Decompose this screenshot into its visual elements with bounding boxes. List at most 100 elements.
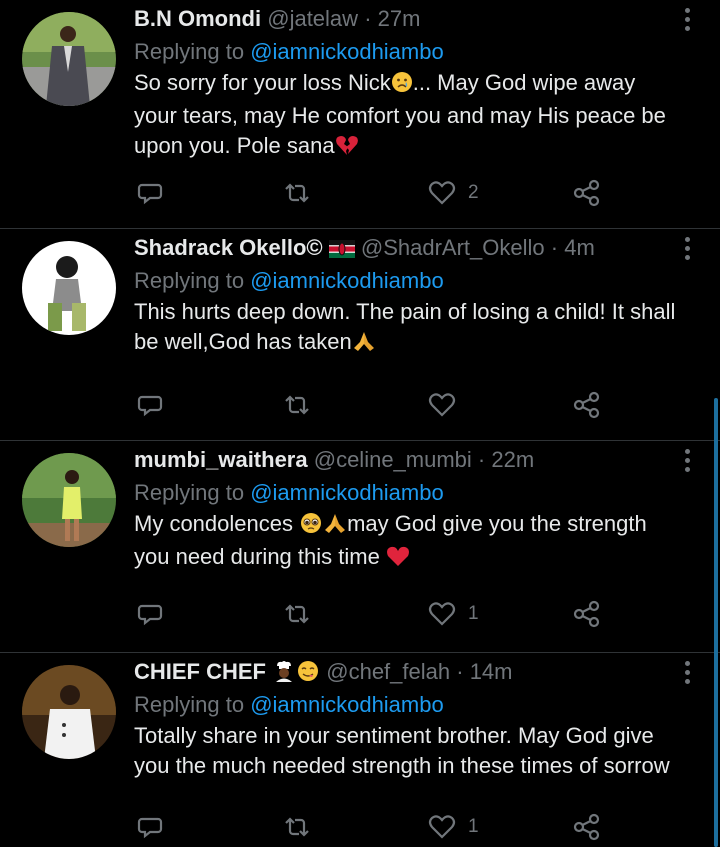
replying-to: Replying to @iamnickodhiambo (134, 689, 680, 721)
praying-hands-emoji (323, 512, 347, 542)
tweet-header: mumbi_waithera @celine_mumbi · 22m (134, 443, 680, 477)
like-button[interactable]: 1 (428, 812, 479, 842)
heart-icon (428, 393, 456, 417)
replying-to: Replying to @iamnickodhiambo (134, 265, 680, 297)
retweet-icon (285, 817, 309, 837)
action-bar: 2 (134, 178, 720, 208)
reply-button[interactable] (136, 178, 164, 208)
reply-icon (137, 183, 163, 205)
share-icon (573, 813, 600, 841)
kenya-flag-emoji (328, 234, 355, 268)
retweet-button[interactable] (282, 599, 312, 629)
action-bar: 1 (134, 599, 720, 629)
replying-to: Replying to @iamnickodhiambo (134, 477, 680, 509)
tweet-text: My condolences may God give you the stre… (134, 509, 680, 575)
replying-prefix: Replying to (134, 268, 251, 293)
retweet-icon (285, 395, 309, 415)
reply-feed: B.N Omondi @jatelaw · 27m Replying to @i… (0, 0, 720, 847)
user-handle[interactable]: @chef_felah (326, 659, 450, 684)
like-count: 1 (468, 816, 479, 837)
display-name[interactable]: CHIEF CHEF (134, 659, 266, 684)
retweet-button[interactable] (282, 812, 312, 842)
share-icon (573, 179, 600, 207)
broken-heart-emoji (335, 134, 359, 164)
replying-prefix: Replying to (134, 39, 251, 64)
mention-link[interactable]: @iamnickodhiambo (250, 268, 444, 293)
timestamp[interactable]: 22m (491, 447, 534, 472)
like-button[interactable] (428, 390, 468, 420)
retweet-button[interactable] (282, 390, 312, 420)
display-name[interactable]: Shadrack Okello© (134, 235, 323, 260)
tweet-text: This hurts deep down. The pain of losing… (134, 297, 680, 360)
avatar[interactable] (22, 665, 116, 759)
timestamp[interactable]: 4m (564, 235, 595, 260)
more-options-icon[interactable] (682, 661, 692, 687)
yum-face-emoji (296, 658, 320, 692)
heart-icon (428, 181, 456, 205)
display-name[interactable]: mumbi_waithera (134, 447, 308, 472)
share-button[interactable] (572, 178, 602, 208)
action-bar (134, 390, 720, 420)
user-handle[interactable]: @jatelaw (267, 6, 358, 31)
reply-icon (137, 604, 163, 626)
replying-prefix: Replying to (134, 480, 251, 505)
tweet-text: Totally share in your sentiment brother.… (134, 721, 680, 781)
tweet-text-part: My condolences (134, 511, 300, 536)
share-button[interactable] (572, 390, 602, 420)
separator: · (364, 6, 372, 31)
tweet-text-part: This hurts deep down. The pain of losing… (134, 299, 676, 354)
like-button[interactable]: 2 (428, 178, 479, 208)
heart-icon (428, 602, 456, 626)
separator: · (550, 235, 559, 260)
separator: · (477, 447, 486, 472)
retweet-icon (285, 183, 309, 203)
reply-button[interactable] (136, 390, 164, 420)
tweet-text-part: Totally share in your sentiment brother.… (134, 723, 670, 778)
tweet-text-part: So sorry for your loss Nick (134, 70, 391, 95)
reply-tweet[interactable]: mumbi_waithera @celine_mumbi · 22m Reply… (0, 441, 720, 652)
separator: · (456, 659, 464, 684)
tweet-text: So sorry for your loss Nick... May God w… (134, 68, 680, 164)
share-icon (573, 600, 600, 628)
share-button[interactable] (572, 599, 602, 629)
avatar[interactable] (22, 241, 116, 335)
tweet-header: Shadrack Okello© @ShadrArt_Okello · 4m (134, 231, 680, 265)
avatar[interactable] (22, 453, 116, 547)
timestamp[interactable]: 27m (378, 6, 421, 31)
more-options-icon[interactable] (682, 237, 692, 263)
retweet-icon (285, 604, 309, 624)
mention-link[interactable]: @iamnickodhiambo (250, 39, 444, 64)
reply-tweet[interactable]: Shadrack Okello© @ShadrArt_Okello · 4m R… (0, 229, 720, 440)
reply-icon (137, 817, 163, 839)
praying-hands-emoji (352, 330, 376, 360)
reply-button[interactable] (136, 812, 164, 842)
user-handle[interactable]: @celine_mumbi (314, 447, 472, 472)
tweet-header: CHIEF CHEF @chef_felah · 14m (134, 655, 680, 689)
replying-prefix: Replying to (134, 692, 251, 717)
share-button[interactable] (572, 812, 602, 842)
mention-link[interactable]: @iamnickodhiambo (250, 480, 444, 505)
like-count: 1 (468, 603, 479, 624)
reply-button[interactable] (136, 599, 164, 629)
tweet-header: B.N Omondi @jatelaw · 27m (134, 2, 680, 36)
heart-icon (428, 815, 456, 839)
avatar[interactable] (22, 12, 116, 106)
like-count: 2 (468, 182, 479, 203)
reply-tweet[interactable]: CHIEF CHEF @chef_felah · 14m Replying to… (0, 653, 720, 847)
action-bar: 1 (134, 812, 720, 842)
reply-tweet[interactable]: B.N Omondi @jatelaw · 27m Replying to @i… (0, 0, 720, 228)
more-options-icon[interactable] (682, 8, 692, 34)
retweet-button[interactable] (282, 178, 312, 208)
display-name[interactable]: B.N Omondi (134, 6, 261, 31)
more-options-icon[interactable] (682, 449, 692, 475)
like-button[interactable]: 1 (428, 599, 479, 629)
cook-emoji (272, 658, 296, 692)
pleading-face-emoji (299, 512, 323, 542)
red-heart-emoji (386, 545, 410, 575)
user-handle[interactable]: @ShadrArt_Okello (361, 235, 545, 260)
share-icon (573, 391, 600, 419)
reply-icon (137, 395, 163, 417)
scrollbar[interactable] (714, 398, 718, 847)
mention-link[interactable]: @iamnickodhiambo (250, 692, 444, 717)
timestamp[interactable]: 14m (470, 659, 513, 684)
